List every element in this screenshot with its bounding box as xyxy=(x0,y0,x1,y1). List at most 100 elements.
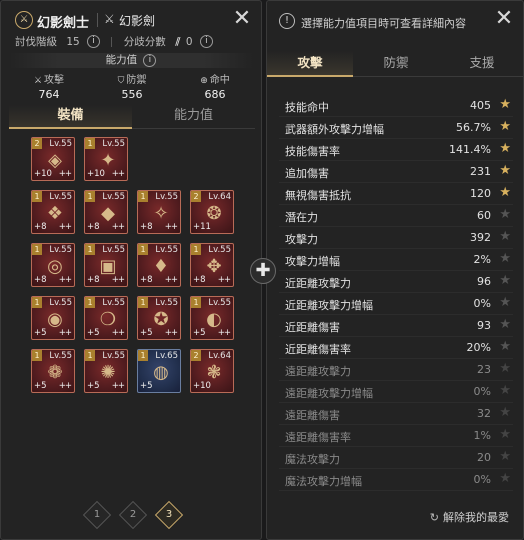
stat-row[interactable]: 近距離攻擊力增幅 0% ★ xyxy=(279,293,513,315)
page-button-1[interactable]: 1 xyxy=(82,500,112,530)
equipment-slot[interactable]: 1 Lv.55 ◐ +5 ++ xyxy=(190,296,234,340)
tier-badge: 1 xyxy=(32,244,42,255)
close-icon[interactable]: ✕ xyxy=(231,8,253,31)
equipment-slot[interactable]: 1 Lv.55 ▣ +8 ++ xyxy=(84,243,128,287)
enhance-level: +5 xyxy=(87,381,100,391)
equipment-slot[interactable]: 1 Lv.55 ❍ +5 ++ xyxy=(84,296,128,340)
info-icon[interactable]: i xyxy=(199,35,213,48)
stat-name: 遠距離攻擊力 xyxy=(285,365,351,378)
equipment-slot[interactable]: 1 Lv.55 ❖ +8 ++ xyxy=(31,190,75,234)
equipment-slot[interactable]: 1 Lv.55 ◎ +8 ++ xyxy=(31,243,75,287)
equipment-slot[interactable]: 1 Lv.65 ◍ +5 xyxy=(137,349,181,393)
equipment-slot[interactable]: 2 Lv.64 ❂ +11 xyxy=(190,190,234,234)
favorite-star-icon[interactable]: ★ xyxy=(499,383,511,398)
favorite-star-icon[interactable]: ★ xyxy=(499,97,511,112)
enhance-level: +8 xyxy=(87,222,100,232)
stat-row[interactable]: 近距離傷害率 20% ★ xyxy=(279,337,513,359)
favorite-star-icon[interactable]: ★ xyxy=(499,339,511,354)
favorite-star-icon[interactable]: ★ xyxy=(499,405,511,420)
branch-value: 0 xyxy=(185,35,193,48)
favorite-star-icon[interactable]: ★ xyxy=(499,361,511,376)
favorite-star-icon[interactable]: ★ xyxy=(499,317,511,332)
stat-row[interactable]: 近距離傷害 93 ★ xyxy=(279,315,513,337)
core-stat-value: 686 xyxy=(204,88,226,101)
clear-favorites-button[interactable]: ↻ 解除我的最愛 xyxy=(430,509,509,525)
item-level: Lv.55 xyxy=(49,298,72,308)
favorite-star-icon[interactable]: ★ xyxy=(499,251,511,266)
tab-equipment[interactable]: 裝備 xyxy=(9,105,132,129)
page-button-3[interactable]: 3 xyxy=(154,500,184,530)
expand-plus-icon[interactable]: ✚ xyxy=(250,258,276,284)
stat-row[interactable]: 無視傷害抵抗 120 ★ xyxy=(279,183,513,205)
stat-row[interactable]: 魔法攻擊力增幅 0% ★ xyxy=(279,469,513,491)
stat-row[interactable]: 潛在力 60 ★ xyxy=(279,205,513,227)
favorite-star-icon[interactable]: ★ xyxy=(499,427,511,442)
equipment-slot[interactable]: 1 Lv.55 ✪ +5 ++ xyxy=(137,296,181,340)
enhance-level: +5 xyxy=(34,328,47,338)
conquest-value: 15 xyxy=(66,35,80,48)
stat-row[interactable]: 攻擊力 392 ★ xyxy=(279,227,513,249)
upgrade-marks: ++ xyxy=(164,275,178,285)
stat-row[interactable]: 技能命中 405 ★ xyxy=(279,95,513,117)
tab-ability-values[interactable]: 能力值 xyxy=(132,105,255,129)
tab-support[interactable]: 支援 xyxy=(439,51,524,77)
page-button-2[interactable]: 2 xyxy=(118,500,148,530)
equipment-slot[interactable]: 2 Lv.64 ❃ +10 xyxy=(190,349,234,393)
stats-list: 技能命中 405 ★ 武器額外攻擊力增幅 56.7% ★ 技能傷害率 141.4% ★ 追加傷害 2… xyxy=(279,95,513,491)
upgrade-marks: ++ xyxy=(111,275,125,285)
stat-value: 231 xyxy=(470,165,491,178)
favorite-star-icon[interactable]: ★ xyxy=(499,185,511,200)
stat-value: 0% xyxy=(473,385,491,398)
stat-row[interactable]: 技能傷害率 141.4% ★ xyxy=(279,139,513,161)
item-level: Lv.64 xyxy=(208,192,231,202)
equipment-slot[interactable]: 1 Lv.55 ◉ +5 ++ xyxy=(31,296,75,340)
stat-row[interactable]: 追加傷害 231 ★ xyxy=(279,161,513,183)
favorite-star-icon[interactable]: ★ xyxy=(499,229,511,244)
close-icon[interactable]: ✕ xyxy=(493,8,515,31)
equipment-slot[interactable]: 1 Lv.55 ♦ +8 ++ xyxy=(137,243,181,287)
info-icon[interactable]: i xyxy=(143,53,157,67)
core-stat-label: 防禦 xyxy=(126,75,147,86)
equipment-slot[interactable]: 1 Lv.55 ◆ +8 ++ xyxy=(84,190,128,234)
stat-row[interactable]: 遠距離傷害率 1% ★ xyxy=(279,425,513,447)
core-stats: ⚔ 攻擊 764 ⛉ 防禦 556 ⊕ 命中 686 xyxy=(1,71,261,101)
stat-row[interactable]: 遠距離攻擊力 23 ★ xyxy=(279,359,513,381)
stat-value: 96 xyxy=(477,275,491,288)
ability-value-band: 能力值 i xyxy=(9,53,253,68)
equipment-slot[interactable]: 1 Lv.55 ✥ +8 ++ xyxy=(190,243,234,287)
stat-row[interactable]: 攻擊力增幅 2% ★ xyxy=(279,249,513,271)
tab-defense[interactable]: 防禦 xyxy=(353,51,439,77)
item-level: Lv.55 xyxy=(155,245,178,255)
tier-badge: 1 xyxy=(85,350,95,361)
upgrade-marks: ++ xyxy=(111,328,125,338)
ability-detail-panel: ! 選擇能力值項目時可查看詳細內容 ✕ 攻擊 防禦 支援 技能命中 405 ★ 武器額… xyxy=(266,0,524,540)
stat-row[interactable]: 近距離攻擊力 96 ★ xyxy=(279,271,513,293)
stat-value: 392 xyxy=(470,231,491,244)
item-level: Lv.64 xyxy=(208,351,231,361)
equipment-slot[interactable]: 1 Lv.55 ❁ +5 ++ xyxy=(31,349,75,393)
enhance-level: +8 xyxy=(140,275,153,285)
equipment-slot[interactable]: 2 Lv.55 ◈ +10 ++ xyxy=(31,137,75,181)
core-stat-label: 攻擊 xyxy=(44,75,65,86)
favorite-star-icon[interactable]: ★ xyxy=(499,471,511,486)
enhance-level: +5 xyxy=(193,328,206,338)
equipment-slot[interactable]: 1 Lv.55 ✦ +10 ++ xyxy=(84,137,128,181)
equipment-slot[interactable]: 1 Lv.55 ✺ +5 ++ xyxy=(84,349,128,393)
equipment-slot[interactable]: 1 Lv.55 ✧ +8 ++ xyxy=(137,190,181,234)
favorite-star-icon[interactable]: ★ xyxy=(499,449,511,464)
favorite-star-icon[interactable]: ★ xyxy=(499,141,511,156)
item-level: Lv.55 xyxy=(49,139,72,149)
stat-row[interactable]: 遠距離傷害 32 ★ xyxy=(279,403,513,425)
stat-row[interactable]: 武器額外攻擊力增幅 56.7% ★ xyxy=(279,117,513,139)
favorite-star-icon[interactable]: ★ xyxy=(499,163,511,178)
item-level: Lv.55 xyxy=(49,245,72,255)
info-icon[interactable]: i xyxy=(87,35,101,48)
stat-row[interactable]: 魔法攻擊力 20 ★ xyxy=(279,447,513,469)
favorite-star-icon[interactable]: ★ xyxy=(499,273,511,288)
favorite-star-icon[interactable]: ★ xyxy=(499,207,511,222)
tab-attack[interactable]: 攻擊 xyxy=(267,51,353,77)
favorite-star-icon[interactable]: ★ xyxy=(499,295,511,310)
favorite-star-icon[interactable]: ★ xyxy=(499,119,511,134)
stat-row[interactable]: 遠距離攻擊力增幅 0% ★ xyxy=(279,381,513,403)
tier-badge: 1 xyxy=(191,244,201,255)
